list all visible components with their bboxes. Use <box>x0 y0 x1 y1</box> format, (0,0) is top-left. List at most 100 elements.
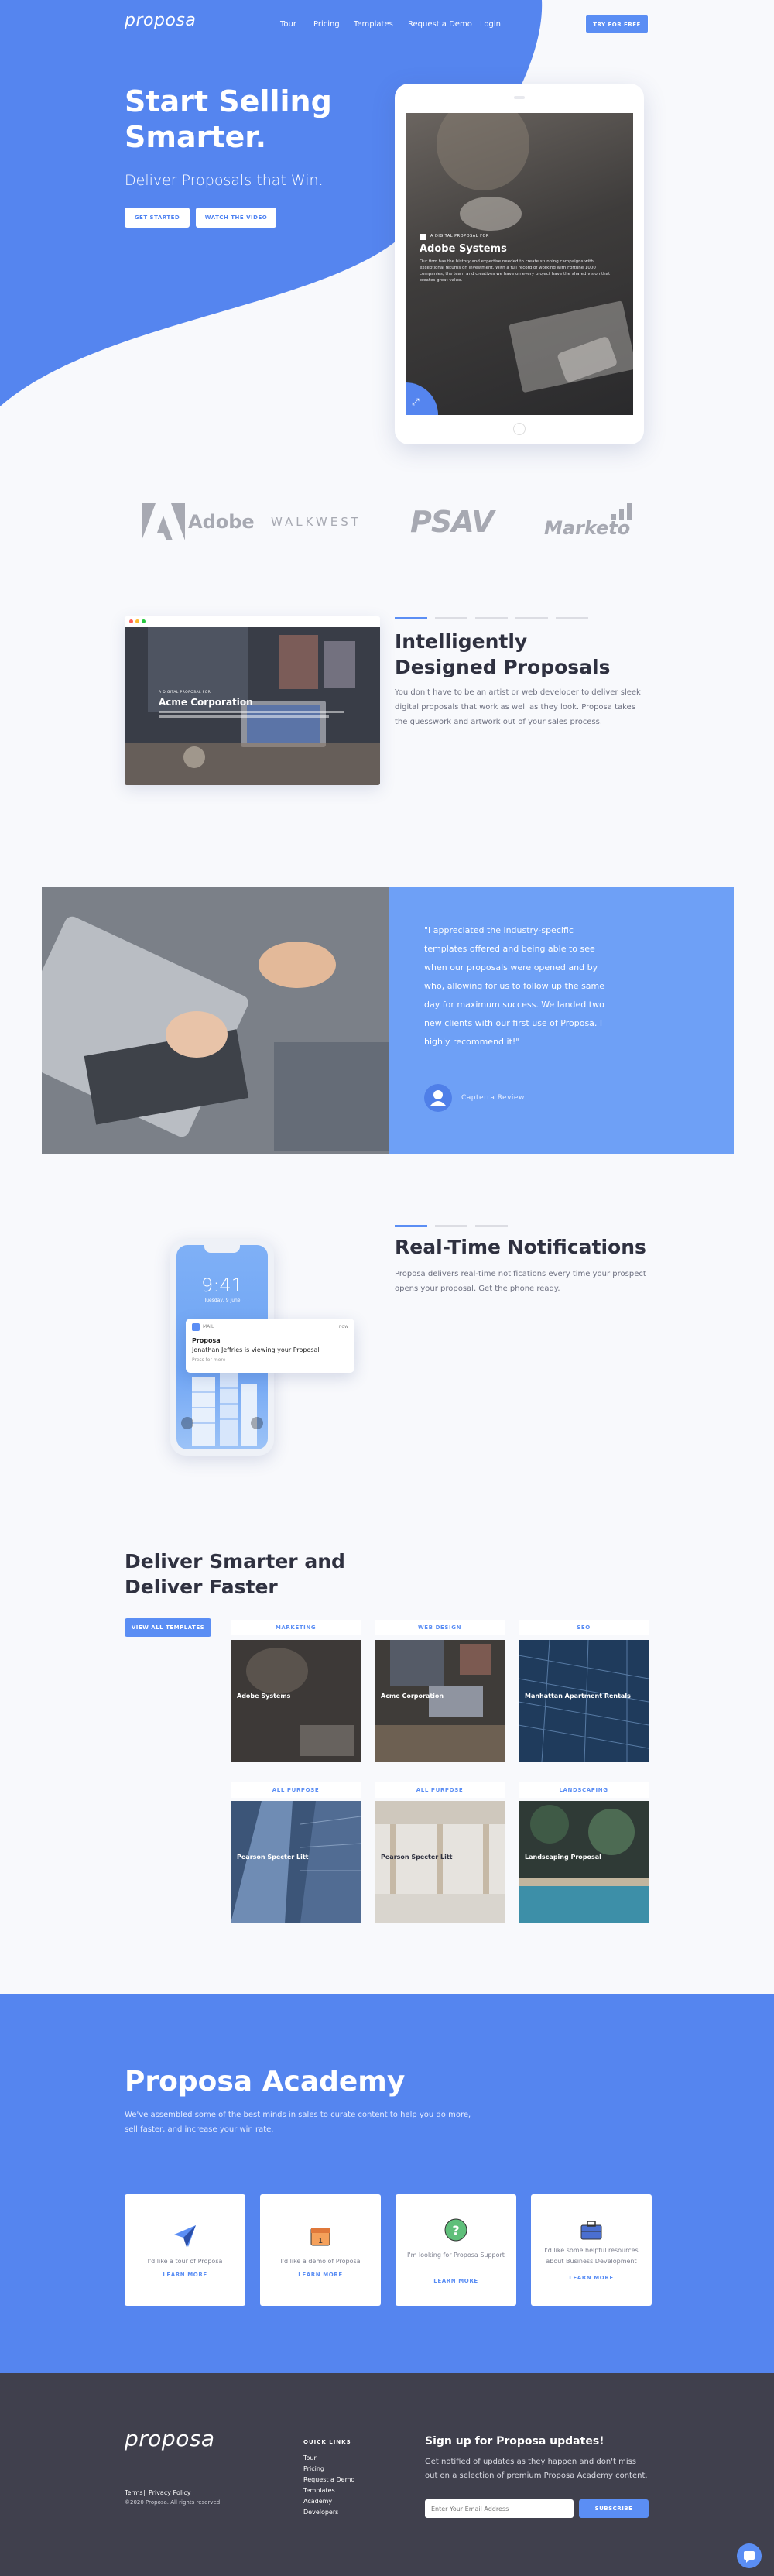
calendar-icon: 1 <box>310 2228 330 2246</box>
tablet-mockup: A DIGITAL PROPOSAL FOR Adobe Systems Our… <box>395 84 644 444</box>
hero-background <box>0 0 543 406</box>
feature1-kicker: A DIGITAL PROPOSAL FOR <box>159 691 211 695</box>
academy-card-demo[interactable]: 1 I'd like a demo of Proposa LEARN MORE <box>260 2194 381 2306</box>
template-category: WEB DESIGN <box>375 1620 505 1635</box>
feature1-preview: A DIGITAL PROPOSAL FOR Acme Corporation <box>125 616 380 785</box>
footer-logo[interactable]: proposa <box>125 2426 215 2451</box>
tab-indicator[interactable] <box>435 1225 467 1227</box>
quick-links-title: QUICK LINKS <box>303 2439 351 2445</box>
footer-separator: | <box>143 2489 146 2496</box>
hero-title: Start Selling Smarter. <box>125 84 332 154</box>
learn-more-link[interactable]: LEARN MORE <box>396 2278 516 2284</box>
template-name: Acme Corporation <box>381 1693 444 1700</box>
page: proposa Tour Pricing Templates Request a… <box>0 0 774 2576</box>
svg-text:1: 1 <box>318 2237 323 2245</box>
browser-dot-yellow <box>135 619 139 623</box>
template-card[interactable]: Pearson Specter Litt <box>375 1801 505 1923</box>
footer-link-templates[interactable]: Templates <box>303 2487 335 2494</box>
academy-text: We've assembled some of the best minds i… <box>125 2111 471 2134</box>
nav-tour[interactable]: Tour <box>280 20 296 29</box>
notification-card[interactable]: MAIL now Proposa Jonathan Jeffries is vi… <box>186 1319 354 1373</box>
template-category: LANDSCAPING <box>519 1782 649 1798</box>
template-category: ALL PURPOSE <box>375 1782 505 1798</box>
footer-terms-link[interactable]: Terms <box>125 2489 143 2496</box>
nav-templates[interactable]: Templates <box>354 20 393 29</box>
template-name: Manhattan Apartment Rentals <box>525 1693 631 1700</box>
tab-indicator-active[interactable] <box>395 617 427 619</box>
footer-link-pricing[interactable]: Pricing <box>303 2465 324 2472</box>
try-free-button[interactable]: Try for free <box>585 15 649 33</box>
flashlight-button[interactable] <box>181 1417 194 1429</box>
template-card[interactable]: Pearson Specter Litt <box>231 1801 361 1923</box>
tab-indicator-active[interactable] <box>395 1225 427 1227</box>
kicker-square <box>420 234 426 240</box>
feature1-title: Intelligently Designed Proposals <box>395 630 611 678</box>
footer: proposa Terms | Privacy Policy ©2020 Pro… <box>0 2373 774 2576</box>
testimonial-box: "I appreciated the industry-specific tem… <box>389 887 734 1154</box>
browser-dot-green <box>142 619 146 623</box>
notif-hint: Press for more <box>192 1357 226 1363</box>
mail-icon <box>192 1323 200 1331</box>
footer-link-tour[interactable]: Tour <box>303 2454 317 2461</box>
footer-link-developers[interactable]: Developers <box>303 2509 338 2516</box>
template-card[interactable]: Adobe Systems <box>231 1640 361 1762</box>
nav-pricing[interactable]: Pricing <box>313 20 340 29</box>
notif-time: now <box>338 1324 348 1329</box>
watch-video-button[interactable]: Watch the Video <box>196 208 276 228</box>
browser-bar <box>125 616 380 627</box>
phone-date: Tuesday, 9 June <box>204 1298 241 1303</box>
learn-more-link[interactable]: LEARN MORE <box>531 2275 652 2281</box>
feature1-text: You don't have to be an artist or web de… <box>395 688 641 726</box>
nav-request-demo[interactable]: Request a Demo <box>408 20 472 29</box>
chat-icon <box>744 2551 755 2563</box>
tab-indicator[interactable] <box>435 617 467 619</box>
adobe-icon <box>142 503 185 540</box>
template-name: Pearson Specter Litt <box>381 1854 453 1861</box>
template-category: SEO <box>519 1620 649 1635</box>
academy-title: Proposa Academy <box>125 2066 406 2098</box>
browser-dot-red <box>129 619 133 623</box>
tablet-kicker: A DIGITAL PROPOSAL FOR <box>430 234 489 238</box>
phone-time: 9:41 <box>201 1274 243 1296</box>
academy-card-resources[interactable]: I'd like some helpful resources about Bu… <box>531 2194 652 2306</box>
subscribe-button[interactable]: SUBSCRIBE <box>579 2499 649 2518</box>
academy-card-text: I'd like a demo of Proposa <box>280 2258 361 2265</box>
nav-login[interactable]: Login <box>480 20 501 29</box>
feature1-company: Acme Corporation <box>159 697 253 708</box>
template-card[interactable]: Manhattan Apartment Rentals <box>519 1640 649 1762</box>
academy-card-support[interactable]: ? I'm looking for Proposa Support LEARN … <box>396 2194 516 2306</box>
brand-marketo: Marketo <box>544 517 631 539</box>
briefcase-icon <box>580 2221 602 2240</box>
feature2-text: Proposa delivers real-time notifications… <box>395 1270 646 1293</box>
signup-title: Sign up for Proposa updates! <box>425 2435 604 2447</box>
brand-walkwest: WALKWEST <box>271 515 361 529</box>
learn-more-link[interactable]: LEARN MORE <box>125 2272 245 2278</box>
feature2-title: Real-Time Notifications <box>395 1236 646 1258</box>
get-started-button[interactable]: Get Started <box>125 208 190 228</box>
footer-link-request-demo[interactable]: Request a Demo <box>303 2476 354 2483</box>
tab-indicator[interactable] <box>475 1225 508 1227</box>
template-card[interactable]: Acme Corporation <box>375 1640 505 1762</box>
tablet-body: Our firm has the history and expertise n… <box>420 259 611 283</box>
tablet-screen: A DIGITAL PROPOSAL FOR Adobe Systems Our… <box>406 113 633 415</box>
notif-title: Proposa <box>192 1337 221 1344</box>
header-logo[interactable]: proposa <box>125 11 196 30</box>
footer-link-academy[interactable]: Academy <box>303 2498 332 2505</box>
academy-card-tour[interactable]: I'd like a tour of Proposa LEARN MORE <box>125 2194 245 2306</box>
learn-more-link[interactable]: LEARN MORE <box>260 2272 381 2278</box>
template-card[interactable]: Landscaping Proposal <box>519 1801 649 1923</box>
tablet-company: Adobe Systems <box>420 243 507 255</box>
view-all-templates-button[interactable]: View All Templates <box>125 1618 211 1637</box>
email-input[interactable] <box>425 2499 574 2518</box>
tab-indicator[interactable] <box>515 617 548 619</box>
feature1-text-line <box>159 715 329 718</box>
footer-privacy-link[interactable]: Privacy Policy <box>149 2489 191 2496</box>
tab-indicator[interactable] <box>475 617 508 619</box>
academy-card-text: I'd like a tour of Proposa <box>147 2258 223 2265</box>
template-name: Pearson Specter Litt <box>237 1854 309 1861</box>
testimonial-photo <box>42 887 389 1154</box>
camera-button[interactable] <box>251 1417 263 1429</box>
academy-card-text: I'm looking for Proposa Support <box>407 2252 505 2259</box>
chat-button[interactable] <box>737 2543 762 2568</box>
tab-indicator[interactable] <box>556 617 588 619</box>
